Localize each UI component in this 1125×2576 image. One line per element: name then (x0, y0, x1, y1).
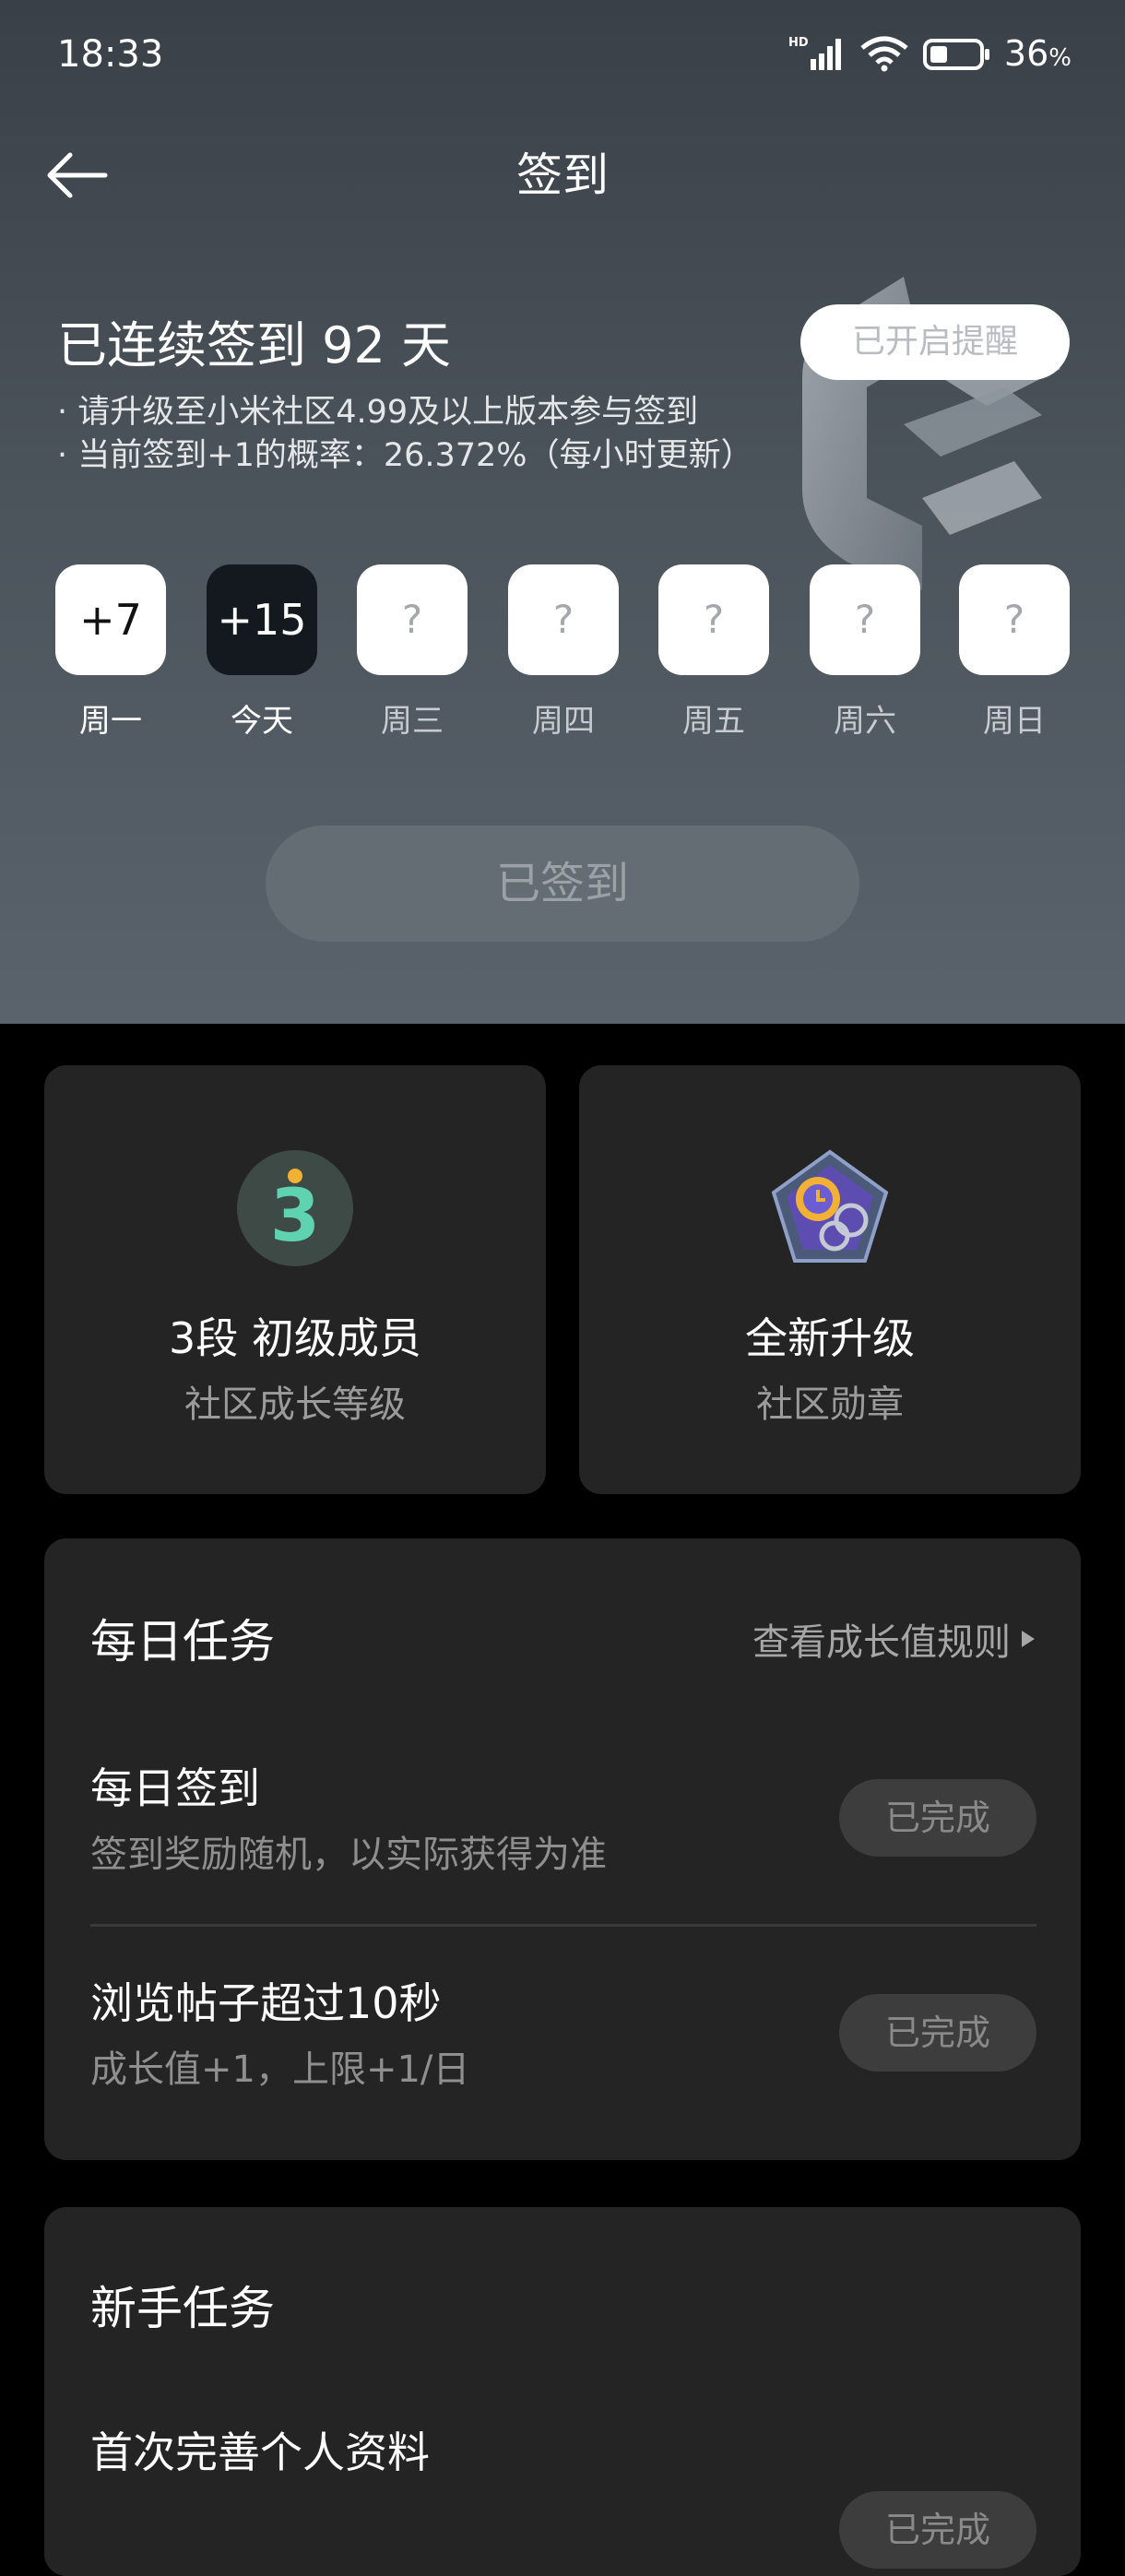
status-icons: HD 36% (788, 33, 1072, 74)
task-browse-posts-title: 浏览帖子超过10秒 (90, 1978, 442, 2028)
day-friday: ? 周五 (658, 564, 769, 741)
task-daily-checkin-title: 每日签到 (90, 1763, 260, 1813)
day-reward-box: ? (658, 564, 769, 675)
newbie-tasks-card: 新手任务 首次完善个人资料 已完成 (44, 2207, 1081, 2576)
day-label: 周一 (79, 703, 142, 740)
day-label: 周四 (532, 703, 595, 740)
day-reward-box: ? (810, 564, 920, 675)
streak-text: 已连续签到 92 天 (57, 316, 452, 374)
badge-card[interactable]: 全新升级 社区勋章 (579, 1065, 1081, 1494)
task-complete-profile-title: 首次完善个人资料 (90, 2428, 430, 2477)
task-browse-posts-status-button[interactable]: 已完成 (839, 1994, 1036, 2071)
medal-icon (771, 1149, 889, 1263)
signed-button[interactable]: 已签到 (266, 825, 859, 942)
day-reward-box: ? (508, 564, 619, 675)
day-label: 周五 (682, 703, 745, 740)
task-browse-posts-subtitle: 成长值+1，上限+1/日 (90, 2048, 470, 2091)
day-sunday: ? 周日 (959, 564, 1070, 741)
checkin-hero: 18:33 HD 36% 签到 已连续签到 92 天 已开启提醒 · 请升级至小… (0, 0, 1125, 1024)
daily-tasks-title: 每日任务 (90, 1615, 275, 1668)
level-glyph: 3 (270, 1175, 320, 1258)
day-thursday: ? 周四 (508, 564, 619, 741)
battery-icon (922, 39, 989, 70)
reminder-button[interactable]: 已开启提醒 (800, 304, 1070, 380)
play-triangle-icon (1022, 1631, 1035, 1647)
day-label: 周六 (834, 703, 896, 740)
navbar: 签到 (0, 138, 1125, 212)
day-wednesday: ? 周三 (357, 564, 468, 741)
day-label: 周日 (983, 703, 1046, 740)
day-saturday: ? 周六 (810, 564, 920, 741)
day-reward-box: +15 (207, 564, 317, 675)
day-reward-box: +7 (55, 564, 166, 675)
level-badge-icon: 3 (237, 1150, 353, 1266)
day-label: 周三 (381, 703, 444, 740)
signal-icon: HD (788, 36, 841, 70)
task-daily-checkin-status-button[interactable]: 已完成 (839, 1779, 1036, 1857)
badge-subtitle: 社区勋章 (756, 1383, 904, 1426)
level-title: 3段 初级成员 (169, 1313, 421, 1363)
daily-tasks-card: 每日任务 查看成长值规则 每日签到 签到奖励随机，以实际获得为准 已完成 浏览帖… (44, 1538, 1081, 2160)
page-title: 签到 (516, 148, 609, 202)
level-subtitle: 社区成长等级 (184, 1383, 406, 1426)
back-arrow-icon[interactable] (44, 148, 109, 203)
newbie-tasks-title: 新手任务 (90, 2282, 275, 2335)
battery-percent: 36% (1003, 33, 1072, 74)
upgrade-note: · 请升级至小米社区4.99及以上版本参与签到 (57, 394, 699, 431)
status-time: 18:33 (57, 33, 164, 76)
day-reward-box: ? (357, 564, 468, 675)
task-divider (90, 1924, 1036, 1927)
day-today: +15 今天 (207, 564, 317, 741)
level-card[interactable]: 3 3段 初级成员 社区成长等级 (44, 1065, 546, 1494)
growth-rules-link[interactable]: 查看成长值规则 (752, 1612, 1036, 1666)
task-daily-checkin-subtitle: 签到奖励随机，以实际获得为准 (90, 1834, 607, 1876)
growth-rules-label: 查看成长值规则 (752, 1621, 1011, 1664)
status-bar: 18:33 HD 36% (57, 33, 1072, 79)
probability-note: · 当前签到+1的概率：26.372%（每小时更新） (57, 437, 753, 474)
day-reward-box: ? (959, 564, 1070, 675)
day-monday: +7 周一 (55, 564, 166, 741)
day-label: 今天 (231, 703, 293, 740)
wifi-icon (860, 36, 908, 72)
task-complete-profile-status-button[interactable]: 已完成 (839, 2491, 1036, 2569)
badge-title: 全新升级 (745, 1313, 915, 1363)
network-type-label: HD (788, 36, 809, 50)
